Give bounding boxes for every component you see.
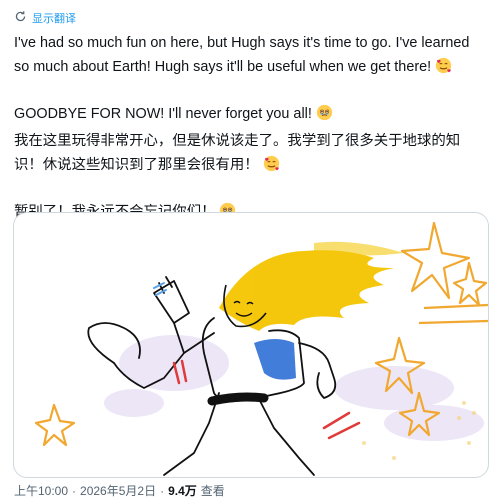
face-holding-back-tears-emoji — [316, 104, 333, 129]
smiling-face-with-hearts-emoji — [435, 57, 452, 82]
separator: · — [160, 483, 165, 498]
post-text-en-paragraph-1: I've had so much fun on here, but Hugh s… — [14, 31, 484, 82]
post-text-en-1: I've had so much fun on here, but Hugh s… — [14, 35, 470, 75]
post-time[interactable]: 上午10:00 — [14, 482, 68, 499]
show-translation-link[interactable]: 显示翻译 — [14, 9, 76, 27]
hair-scribble — [219, 241, 404, 331]
separator: · — [72, 483, 77, 498]
show-translation-label: 显示翻译 — [32, 13, 76, 25]
post-image[interactable] — [13, 212, 489, 478]
views-count: 9.4万 — [168, 484, 197, 498]
post-text-zh-1: 我在这里玩得非常开心，但是休说该走了。我学到了很多关于地球的知识！休说这些知识到… — [14, 133, 461, 173]
translate-icon — [14, 10, 27, 26]
views-label: 查看 — [200, 484, 225, 498]
post-text-en-paragraph-2: GOODBYE FOR NOW! I'll never forget you a… — [14, 102, 484, 129]
drawing-illustration — [34, 221, 488, 476]
post-date[interactable]: 2026年5月2日 — [80, 482, 156, 499]
post-text-en-2: GOODBYE FOR NOW! I'll never forget you a… — [14, 106, 312, 122]
post-text: I've had so much fun on here, but Hugh s… — [14, 31, 484, 227]
post-metadata: 上午10:00 · 2026年5月2日 · 9.4万 查看 — [14, 482, 225, 499]
post-text-zh-paragraph-1: 我在这里玩得非常开心，但是休说该走了。我学到了很多关于地球的知识！休说这些知识到… — [14, 129, 484, 180]
smiling-face-with-hearts-emoji — [263, 155, 280, 180]
